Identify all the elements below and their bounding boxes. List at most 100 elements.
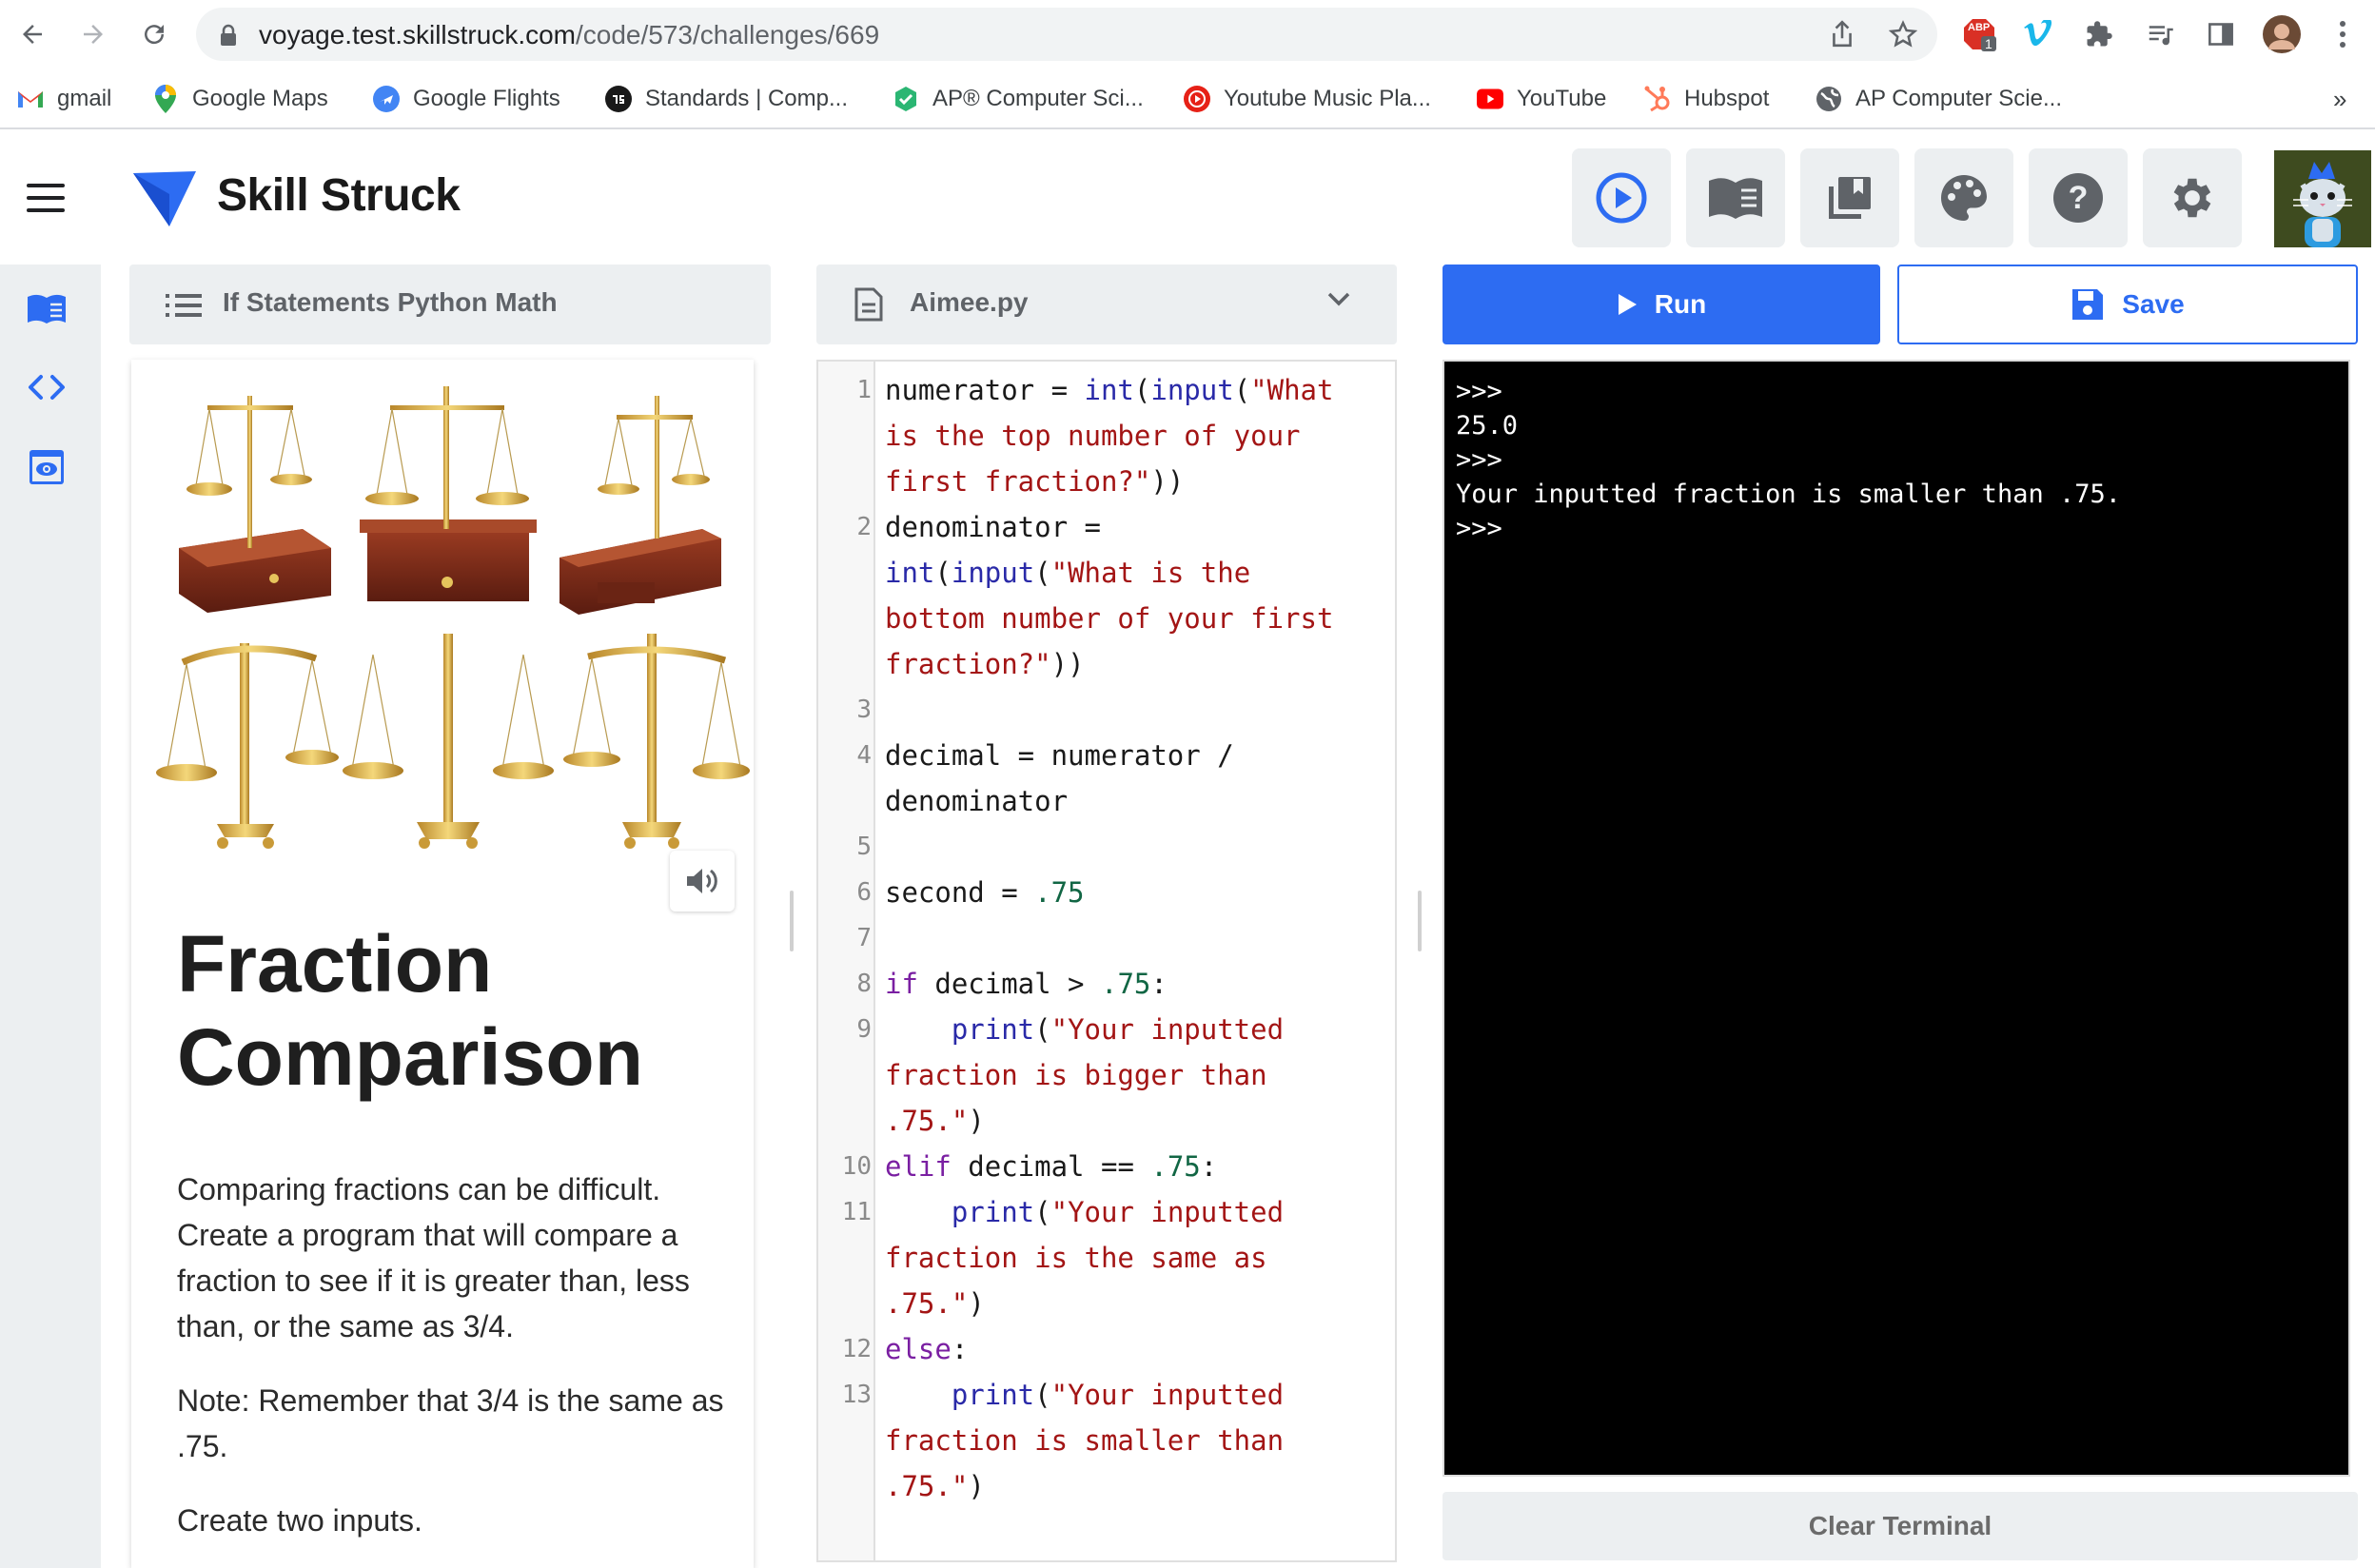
code-editor[interactable]: 1 2 3 4 5 6 7 8 9 10 11 12 13 numerator … bbox=[816, 360, 1397, 1562]
terminal-line: Your inputted fraction is smaller than .… bbox=[1456, 480, 2121, 509]
code-line: int(input("What is the bbox=[885, 557, 1251, 589]
line-number: 2 bbox=[856, 513, 872, 541]
gmail-icon bbox=[17, 86, 44, 112]
code-line: first fraction?")) bbox=[885, 465, 1185, 498]
chevron-down-icon bbox=[1327, 292, 1350, 306]
run-button[interactable]: Run bbox=[1443, 265, 1880, 344]
forward-button[interactable] bbox=[72, 13, 114, 55]
shield-check-icon bbox=[893, 86, 919, 112]
address-bar[interactable]: voyage.test.skillstruck.com/code/573/cha… bbox=[196, 8, 1937, 61]
bookmark-youtube-music[interactable]: Youtube Music Pla... bbox=[1184, 80, 1431, 118]
code-brackets-icon[interactable] bbox=[25, 365, 69, 409]
lesson-header[interactable]: If Statements Python Math bbox=[129, 265, 771, 344]
hamburger-menu-icon[interactable] bbox=[27, 184, 65, 212]
settings-toolbar-button[interactable] bbox=[2143, 148, 2242, 247]
bookmarks-overflow-button[interactable]: » bbox=[2333, 80, 2346, 118]
library-toolbar-button[interactable] bbox=[1800, 148, 1899, 247]
brand-name: Skill Struck bbox=[217, 170, 461, 221]
play-circle-icon bbox=[1596, 172, 1647, 224]
bookmark-hubspot[interactable]: Hubspot bbox=[1644, 80, 1769, 118]
play-toolbar-button[interactable] bbox=[1572, 148, 1671, 247]
lessons-toolbar-button[interactable] bbox=[1686, 148, 1785, 247]
adblock-label: ABP bbox=[1968, 22, 1991, 33]
file-selector[interactable]: Aimee.py bbox=[816, 265, 1397, 344]
balance-scales-image bbox=[156, 386, 750, 849]
help-circle-icon: ? bbox=[2053, 173, 2103, 223]
terminal-line: >>> bbox=[1456, 514, 1502, 543]
side-panel-icon[interactable] bbox=[2200, 13, 2242, 55]
bookmark-label: YouTube bbox=[1517, 86, 1607, 111]
preview-eye-icon[interactable] bbox=[25, 445, 69, 489]
bookmark-label: AP® Computer Sci... bbox=[932, 86, 1144, 111]
terminal-line: 25.0 bbox=[1456, 411, 1519, 441]
plane-icon bbox=[373, 86, 400, 112]
file-name: Aimee.py bbox=[910, 287, 1029, 317]
profile-avatar[interactable] bbox=[2261, 13, 2303, 55]
bookmark-google-maps[interactable]: Google Maps bbox=[152, 80, 328, 118]
standards-icon bbox=[605, 86, 632, 112]
line-number-gutter: 1 2 3 4 5 6 7 8 9 10 11 12 13 bbox=[818, 362, 875, 1560]
terminal-line: >>> bbox=[1456, 445, 1502, 475]
code-line: print("Your inputted bbox=[951, 1196, 1285, 1228]
bookmark-standards[interactable]: Standards | Comp... bbox=[605, 80, 848, 118]
media-queue-icon[interactable] bbox=[2139, 13, 2181, 55]
file-icon bbox=[854, 287, 883, 322]
speaker-icon bbox=[687, 869, 717, 893]
code-line: .75.") bbox=[885, 1287, 985, 1320]
code-line: fraction is smaller than bbox=[885, 1424, 1285, 1457]
code-line: .75.") bbox=[885, 1105, 985, 1137]
globe-icon bbox=[1816, 86, 1842, 112]
skill-struck-logo-icon bbox=[133, 171, 196, 226]
resize-handle[interactable] bbox=[790, 891, 794, 951]
line-number: 11 bbox=[841, 1198, 872, 1226]
reload-button[interactable] bbox=[133, 13, 175, 55]
code-line: denominator bbox=[885, 785, 1069, 817]
lesson-paragraph: Comparing fractions can be difficult. Cr… bbox=[177, 1172, 690, 1343]
help-toolbar-button[interactable]: ? bbox=[2029, 148, 2128, 247]
extension-badge: 1 bbox=[1981, 36, 1996, 51]
read-aloud-button[interactable] bbox=[670, 851, 735, 911]
line-number: 6 bbox=[856, 878, 872, 907]
code-line: print("Your inputted bbox=[951, 1013, 1285, 1046]
youtube-icon bbox=[1477, 86, 1503, 112]
resize-handle[interactable] bbox=[1418, 891, 1422, 951]
url-text: voyage.test.skillstruck.com/code/573/cha… bbox=[259, 20, 880, 49]
lesson-book-icon[interactable] bbox=[25, 287, 69, 331]
hubspot-icon bbox=[1644, 86, 1671, 112]
line-number: 7 bbox=[856, 924, 872, 952]
cat-avatar-icon bbox=[2274, 150, 2371, 247]
map-pin-icon bbox=[152, 85, 179, 113]
theme-toolbar-button[interactable] bbox=[1914, 148, 2013, 247]
overflow-chevron: » bbox=[2333, 84, 2347, 113]
share-icon[interactable] bbox=[1825, 17, 1859, 51]
code-line: fraction?")) bbox=[885, 648, 1085, 680]
bookmark-label: Hubspot bbox=[1684, 86, 1770, 111]
line-number: 5 bbox=[856, 833, 872, 861]
reload-icon bbox=[145, 25, 165, 45]
terminal-output[interactable]: >>> 25.0 >>> Your inputted fraction is s… bbox=[1443, 360, 2350, 1477]
code-line: numerator = int(input("What bbox=[885, 374, 1334, 406]
puzzle-extensions-icon[interactable] bbox=[2078, 13, 2120, 55]
code-line: elif decimal == .75: bbox=[885, 1150, 1218, 1183]
svg-text:?: ? bbox=[2069, 180, 2089, 216]
lesson-title: If Statements Python Math bbox=[223, 287, 558, 317]
bookmark-ap-computer-science-2[interactable]: AP Computer Scie... bbox=[1816, 80, 2062, 118]
bookmark-label: gmail bbox=[57, 86, 112, 111]
adblock-extension-icon[interactable]: ABP 1 bbox=[1958, 13, 2000, 55]
save-button[interactable]: Save bbox=[1897, 265, 2358, 344]
floppy-disk-icon bbox=[2071, 287, 2105, 322]
line-number: 3 bbox=[856, 696, 872, 724]
bookmark-ap-computer-science[interactable]: AP® Computer Sci... bbox=[893, 80, 1144, 118]
kebab-menu-icon[interactable] bbox=[2322, 13, 2364, 55]
bookmark-google-flights[interactable]: Google Flights bbox=[373, 80, 560, 118]
bookmark-gmail[interactable]: gmail bbox=[17, 80, 111, 118]
lesson-note: Note: Remember that 3/4 is the same as .… bbox=[177, 1383, 724, 1463]
browser-toolbar: voyage.test.skillstruck.com/code/573/cha… bbox=[0, 0, 2375, 69]
bookmark-youtube[interactable]: YouTube bbox=[1477, 80, 1606, 118]
user-avatar[interactable] bbox=[2274, 150, 2371, 247]
youtube-music-icon bbox=[1184, 86, 1210, 112]
vimeo-extension-icon[interactable] bbox=[2017, 13, 2059, 55]
bookmark-star-icon[interactable] bbox=[1886, 17, 1920, 51]
clear-terminal-button[interactable]: Clear Terminal bbox=[1443, 1492, 2358, 1560]
back-button[interactable] bbox=[11, 13, 53, 55]
